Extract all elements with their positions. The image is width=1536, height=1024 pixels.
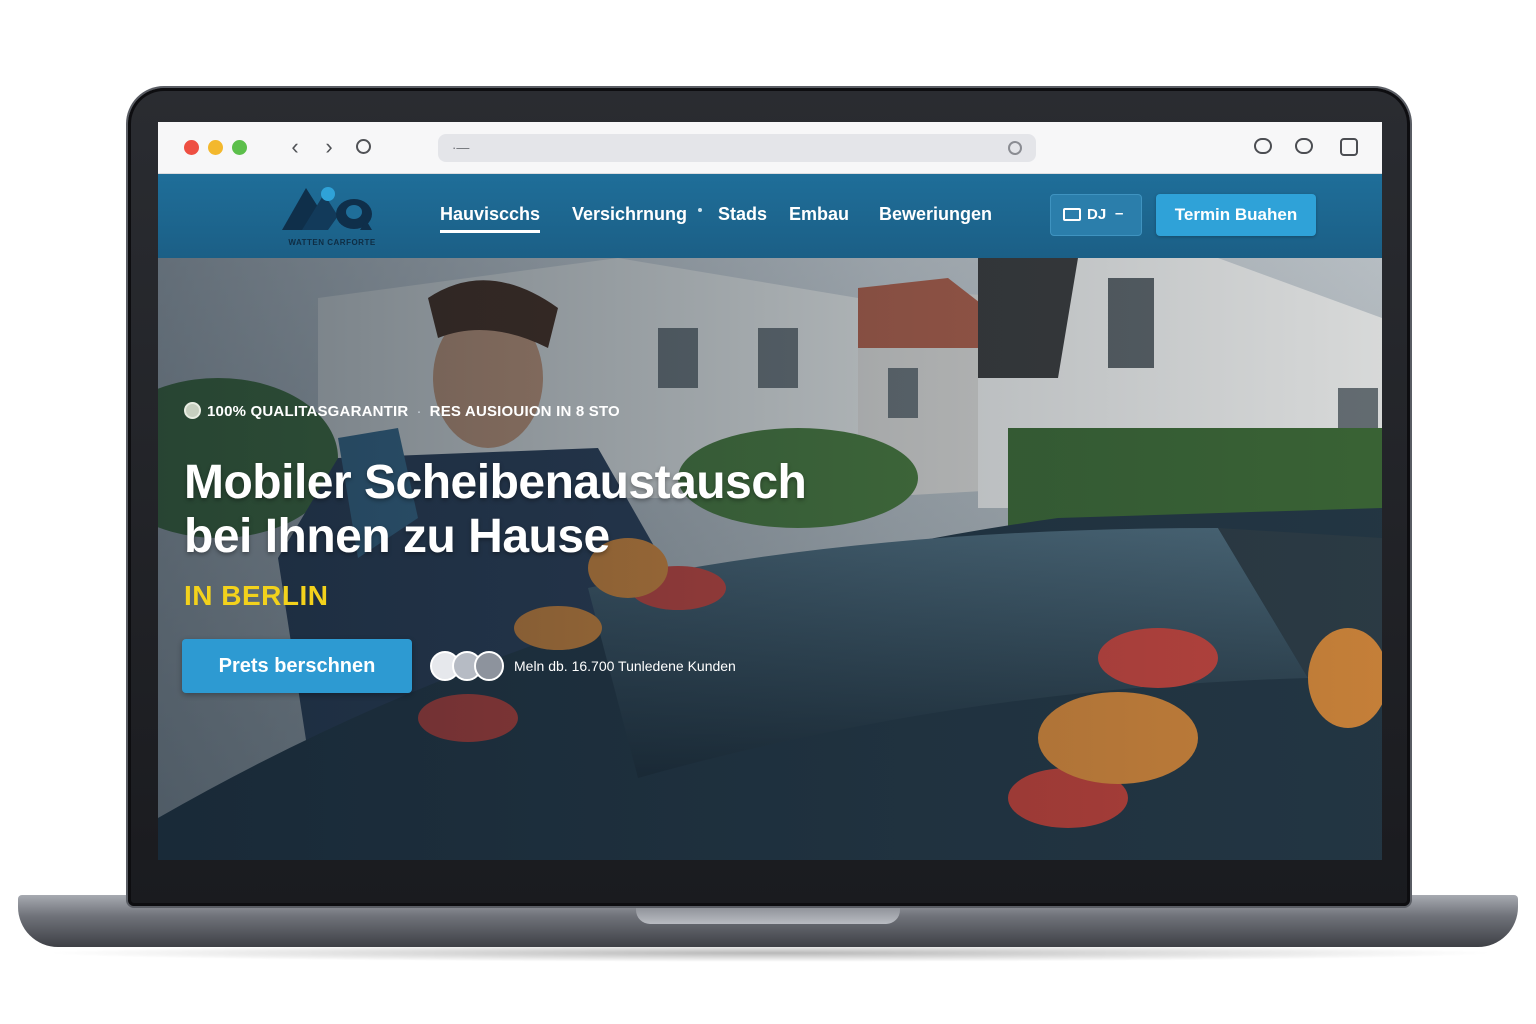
hero-city: IN BERLIN bbox=[184, 580, 329, 611]
brand-logo[interactable]: WATTEN CARFORTE bbox=[280, 180, 384, 252]
laptop-screen: ‹ › ·— WATTEN CARFORTE Hauviscchs Versic… bbox=[158, 122, 1382, 860]
nav-item-locations[interactable]: Stads bbox=[718, 204, 767, 225]
maximize-window-button[interactable] bbox=[232, 140, 247, 155]
quality-guarantee-badge: 100% QUALITASGARANTIR bbox=[207, 403, 409, 420]
hero-section: 100% QUALITASGARANTIR · RES AUSIOUION IN 8… bbox=[158, 258, 1382, 860]
badge-separator: · bbox=[416, 403, 422, 420]
language-label: DJ bbox=[1087, 206, 1107, 223]
hero-title-line-2: bei Ihnen zu Hause bbox=[184, 510, 610, 563]
site-header: WATTEN CARFORTE Hauviscchs Versichrnung … bbox=[158, 174, 1382, 258]
book-appointment-button[interactable]: Termin Buahen bbox=[1156, 194, 1316, 236]
extensions-icon[interactable] bbox=[1254, 138, 1272, 154]
social-proof-text: Meln db. 16.700 Tunledene Kunden bbox=[514, 658, 736, 674]
minimize-window-button[interactable] bbox=[208, 140, 223, 155]
language-dropdown-icon: – bbox=[1115, 205, 1124, 222]
flag-icon bbox=[1063, 208, 1081, 221]
hero-badges: 100% QUALITASGARANTIR · RES AUSIOUION IN 8… bbox=[184, 402, 620, 420]
sidebar-toggle-icon[interactable] bbox=[1340, 138, 1358, 156]
laptop-notch bbox=[636, 906, 900, 924]
availability-badge: RES AUSIOUION IN 8 STO bbox=[429, 403, 620, 420]
logo-tagline: WATTEN CARFORTE bbox=[288, 238, 376, 247]
back-button[interactable]: ‹ bbox=[282, 133, 308, 161]
nav-item-reviews[interactable]: Beweriungen bbox=[879, 204, 992, 225]
forward-button[interactable]: › bbox=[316, 133, 342, 161]
profile-icon[interactable] bbox=[1295, 138, 1313, 154]
nav-separator bbox=[698, 208, 702, 212]
avatar bbox=[474, 651, 504, 681]
calculate-price-button[interactable]: Prets berschnen bbox=[182, 639, 412, 693]
customer-avatars bbox=[430, 651, 510, 681]
address-bar[interactable]: ·— bbox=[438, 134, 1036, 162]
address-text: ·— bbox=[452, 140, 470, 155]
chevron-right-icon: › bbox=[325, 134, 333, 159]
hero-title-line-1: Mobiler Scheibenaustausch bbox=[184, 456, 807, 509]
browser-toolbar: ‹ › ·— bbox=[158, 122, 1382, 174]
nav-item-home[interactable]: Hauviscchs bbox=[440, 204, 541, 233]
chevron-left-icon: ‹ bbox=[291, 134, 299, 159]
close-window-button[interactable] bbox=[184, 140, 199, 155]
nav-item-insurance[interactable]: Versichrnung bbox=[572, 204, 687, 225]
search-icon[interactable] bbox=[1008, 141, 1022, 155]
language-switcher[interactable]: DJ – bbox=[1050, 194, 1142, 236]
nav-item-installation[interactable]: Embau bbox=[789, 204, 849, 225]
reload-icon[interactable] bbox=[356, 139, 371, 154]
quality-badge-icon bbox=[184, 402, 201, 419]
logo-mark-icon bbox=[282, 187, 372, 230]
hero-title: Mobiler Scheibenaustausch bei Ihnen zu H… bbox=[184, 456, 884, 564]
